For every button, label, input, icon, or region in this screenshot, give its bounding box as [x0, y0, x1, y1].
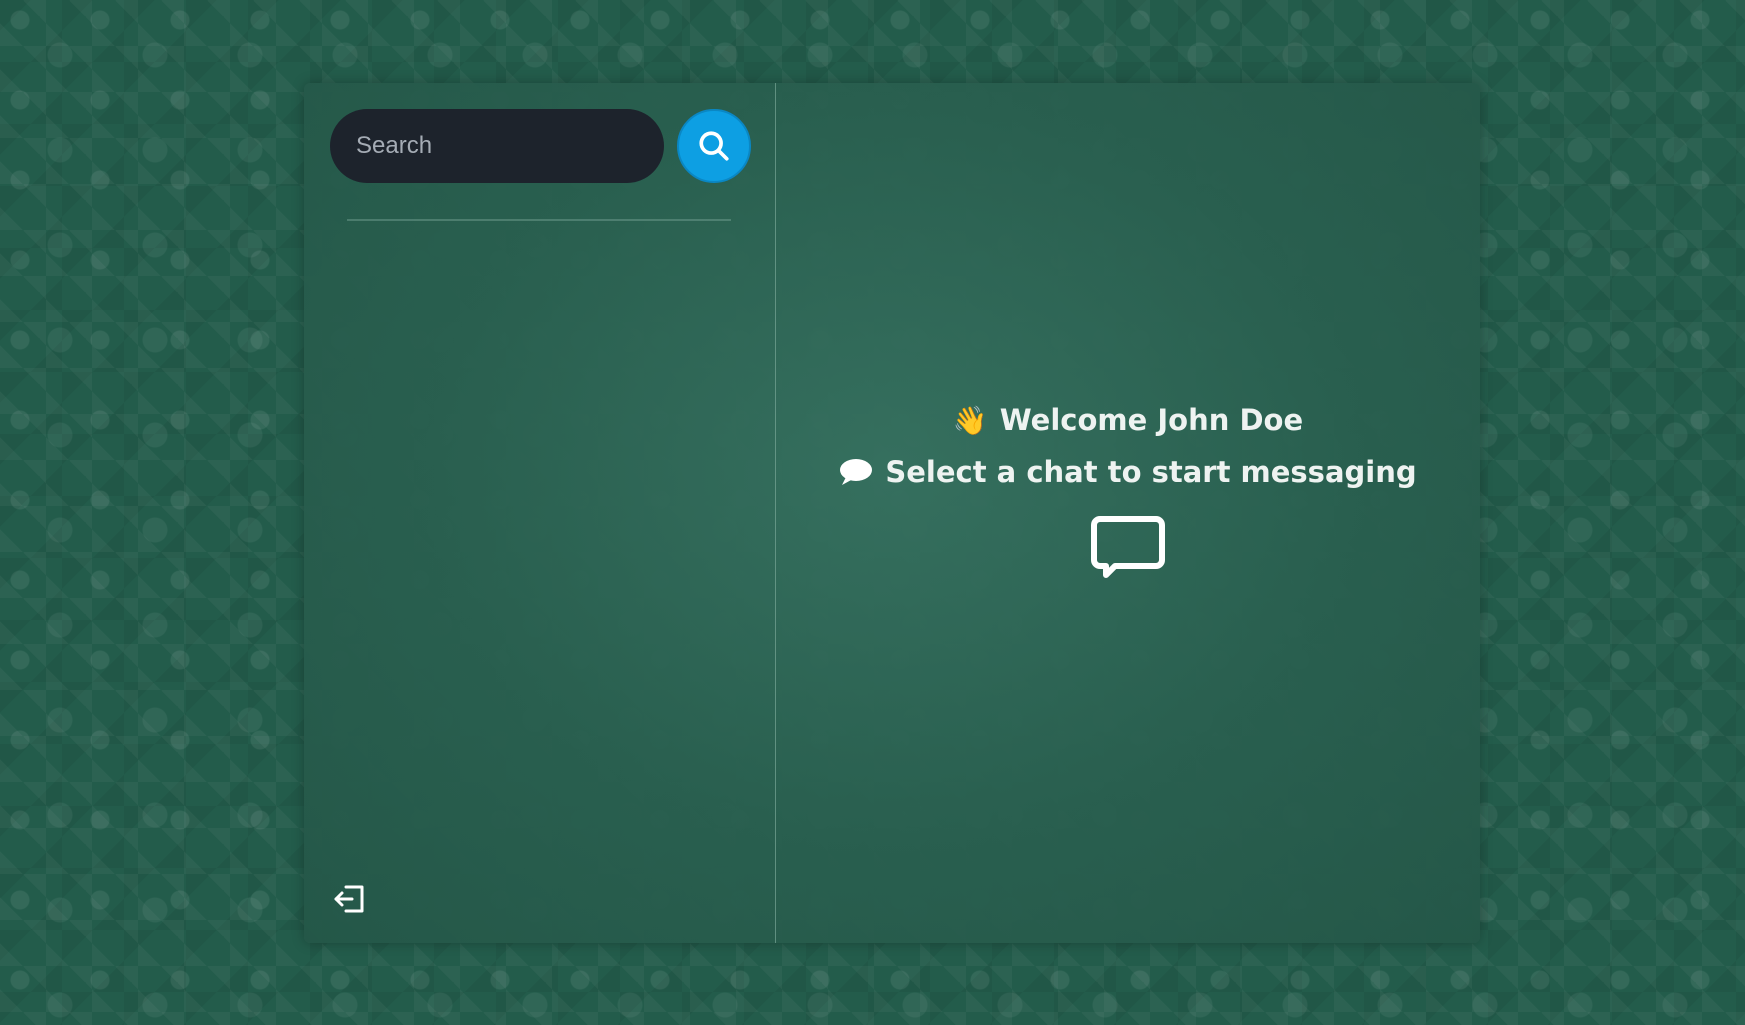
waving-hand-icon: 👋 [952, 403, 988, 437]
main-panel: 👋 Welcome John Doe Select a chat to star… [776, 83, 1480, 943]
search-icon [699, 131, 729, 161]
message-square-icon [1091, 515, 1165, 583]
logout-icon [334, 885, 364, 913]
speech-bubble-icon [840, 459, 873, 485]
welcome-text: Welcome John Doe [999, 403, 1304, 437]
logout-button[interactable] [330, 881, 368, 917]
chat-app-window: 👋 Welcome John Doe Select a chat to star… [304, 83, 1480, 943]
search-bar [330, 109, 751, 183]
hint-text: Select a chat to start messaging [885, 455, 1417, 489]
search-button[interactable] [677, 109, 751, 183]
welcome-message: 👋 Welcome John Doe [953, 403, 1303, 437]
select-chat-hint: Select a chat to start messaging [839, 455, 1417, 489]
sidebar-divider [347, 219, 731, 221]
search-input[interactable] [330, 109, 664, 183]
sidebar [304, 83, 776, 943]
